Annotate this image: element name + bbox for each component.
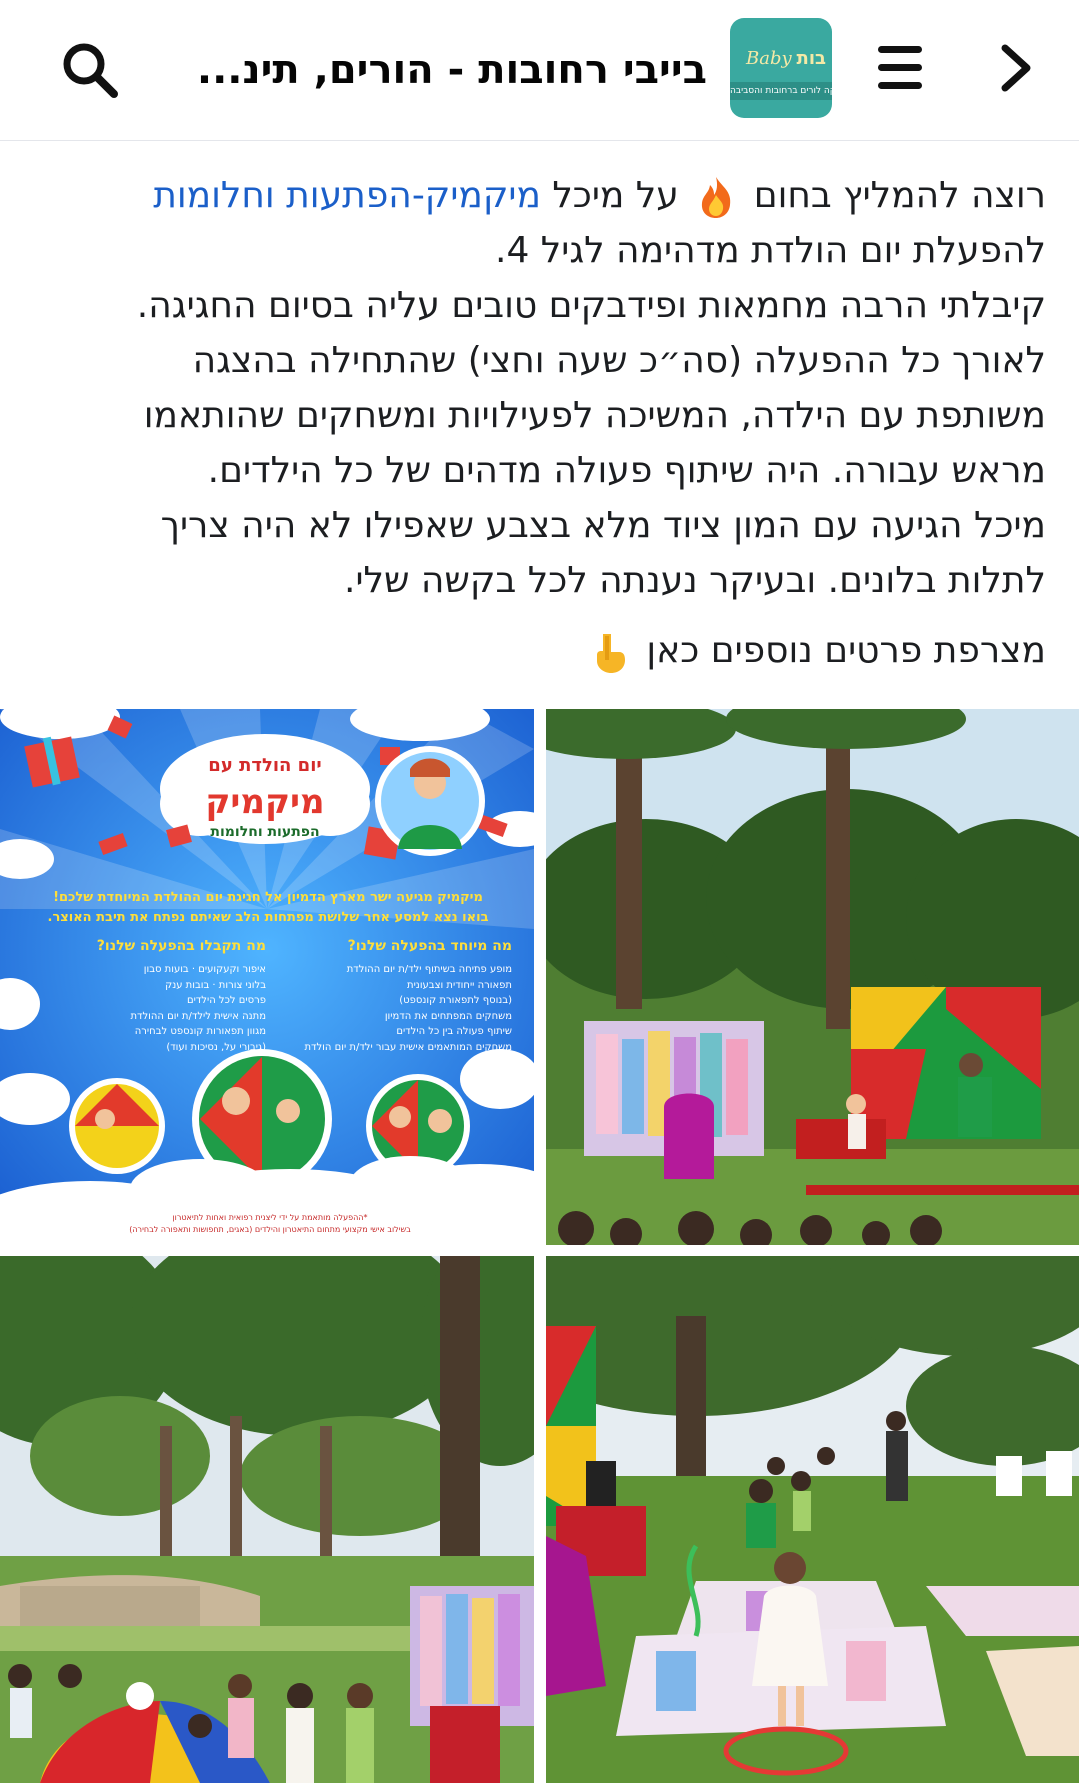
flyer-list-item: איפור וקעקועים · בועות סבון bbox=[143, 964, 266, 975]
flyer-right-column-heading: מה מיוחד בהפעלה שלנו? bbox=[347, 938, 512, 954]
flyer-list-item: בלוני צורות · בובות ענק bbox=[165, 979, 266, 991]
pointing-down-emoji-icon bbox=[596, 634, 625, 673]
post-line: רוצה להמליץ בחום על מיכל מיקמיק-הפתעות ו… bbox=[88, 168, 1046, 223]
post-line: מיכל הגיעה עם המון ציוד מלא בצבע שאפילו … bbox=[160, 505, 1046, 546]
flyer-list-item: מגוון תפאורות קונספט לבחירה bbox=[134, 1026, 266, 1037]
flyer-footnote-line: בשילוב אישי מקצועי מתחום התיאטרון והילדי… bbox=[129, 1225, 411, 1234]
post-text-subject: על מיכל bbox=[552, 175, 679, 216]
stage-photo-art bbox=[546, 709, 1079, 1245]
logo-strip-text: קה לורים ברחובות והסביבה bbox=[730, 82, 832, 100]
post-body: רוצה להמליץ בחום על מיכל מיקמיק-הפתעות ו… bbox=[88, 168, 1046, 608]
flyer-list-item: שיתוף פעולה בין כל הילדים bbox=[396, 1026, 512, 1037]
kids-game-photo[interactable] bbox=[546, 1256, 1079, 1783]
group-logo[interactable]: Baby בות קה לורים ברחובות והסביבה bbox=[730, 18, 832, 118]
logo-hebrew-text: בות bbox=[796, 48, 826, 69]
flyer-footnote: *ההפעלה מותאמת על ידי ליצנית רפואית ואחו… bbox=[20, 1212, 520, 1236]
chevron-right-icon bbox=[1001, 44, 1031, 92]
park-photo-art bbox=[0, 1256, 534, 1783]
flyer-list-item: משחקים המותאמים אישית עבור ילד/ת יום הול… bbox=[304, 1041, 512, 1053]
flyer-title: יום הולדת עם bbox=[208, 755, 322, 776]
search-button[interactable] bbox=[58, 38, 122, 102]
flyer-list-item: פרסים לכל הילדים bbox=[186, 995, 266, 1006]
post-line: מראש עבורה. היה שיתוף פעולה מדהים של כל … bbox=[207, 450, 1046, 491]
post-extra-text: מצרפת פרטים נוספים כאן bbox=[646, 630, 1046, 671]
flyer-list-item: מופע פתיחה בשיתוף ילד/ת יום ההולדת bbox=[346, 964, 512, 975]
post-extra-line: מצרפת פרטים נוספים כאן bbox=[88, 626, 1046, 676]
flyer-brand-subtitle: הפתעות וחלומות bbox=[210, 824, 320, 840]
flyer-left-column-heading: מה תקבלו בהפעלה שלנו? bbox=[96, 938, 266, 954]
page-mention-link[interactable]: מיקמיק-הפתעות וחלומות bbox=[153, 175, 541, 216]
flyer-list-item: (בנוסף לתפאורת קונספט) bbox=[399, 995, 512, 1006]
flyer-left-column-list: איפור וקעקועים · בועות סבון בלוני צורות … bbox=[36, 962, 266, 1055]
post-line: קיבלתי הרבה מחמאות ופידבקים טובים עליה ב… bbox=[136, 285, 1046, 326]
group-header: Baby בות קה לורים ברחובות והסביבה בייבי … bbox=[0, 0, 1079, 141]
flyer-right-column-list: מופע פתיחה בשיתוף ילד/ת יום ההולדת תפאור… bbox=[282, 962, 512, 1055]
flyer-list-item: (גיבורי על, נסיכות ועוד) bbox=[166, 1041, 266, 1053]
kids-game-photo-art bbox=[546, 1256, 1079, 1783]
post-line: משותפת עם הילדה, המשיכה לפעילויות ומשחקי… bbox=[143, 395, 1046, 436]
flyer-banner-line: מיקמיק מגיעה ישר מארץ הדמיון אל חגיגת יו… bbox=[53, 890, 483, 905]
post-line: להפעלת יום הולדת מדהימה לגיל 4. bbox=[495, 230, 1046, 271]
search-icon bbox=[63, 43, 118, 98]
post-line: לתלות בלונים. ובעיקר נענתה לכל בקשה שלי. bbox=[344, 560, 1046, 601]
flyer-footnote-line: *ההפעלה מותאמת על ידי ליצנית רפואית ואחו… bbox=[172, 1213, 368, 1222]
park-children-photo[interactable] bbox=[0, 1256, 534, 1783]
flyer-banner: מיקמיק מגיעה ישר מארץ הדמיון אל חגיגת יו… bbox=[18, 888, 518, 928]
fire-emoji-icon bbox=[702, 177, 731, 218]
hamburger-menu-icon bbox=[878, 46, 922, 89]
group-title[interactable]: בייבי רחובות - הורים, תינ... bbox=[187, 40, 707, 100]
flyer-list-item: משחקים המפתחים את הדמיון bbox=[384, 1010, 512, 1022]
post-line: לאורך כל ההפעלה (סה״כ שעה וחצי) שהתחילה … bbox=[192, 340, 1046, 381]
stage-performance-photo[interactable] bbox=[546, 709, 1079, 1245]
post-text-intro: רוצה להמליץ בחום bbox=[753, 175, 1046, 216]
flyer-banner-line: בואו נצא למסע אחר שלושת מפתחות הלב שאיתם… bbox=[47, 910, 489, 925]
logo-word: Baby bbox=[746, 48, 792, 69]
back-button[interactable] bbox=[985, 38, 1045, 98]
flyer-brand: מיקמיק bbox=[205, 782, 325, 822]
flyer-list-item: מתנה אישית לילד/ת יום ההולדת bbox=[130, 1010, 266, 1022]
menu-button[interactable] bbox=[872, 40, 928, 96]
flyer-list-item: תפאורה ייחודית וצבעונית bbox=[407, 979, 512, 991]
